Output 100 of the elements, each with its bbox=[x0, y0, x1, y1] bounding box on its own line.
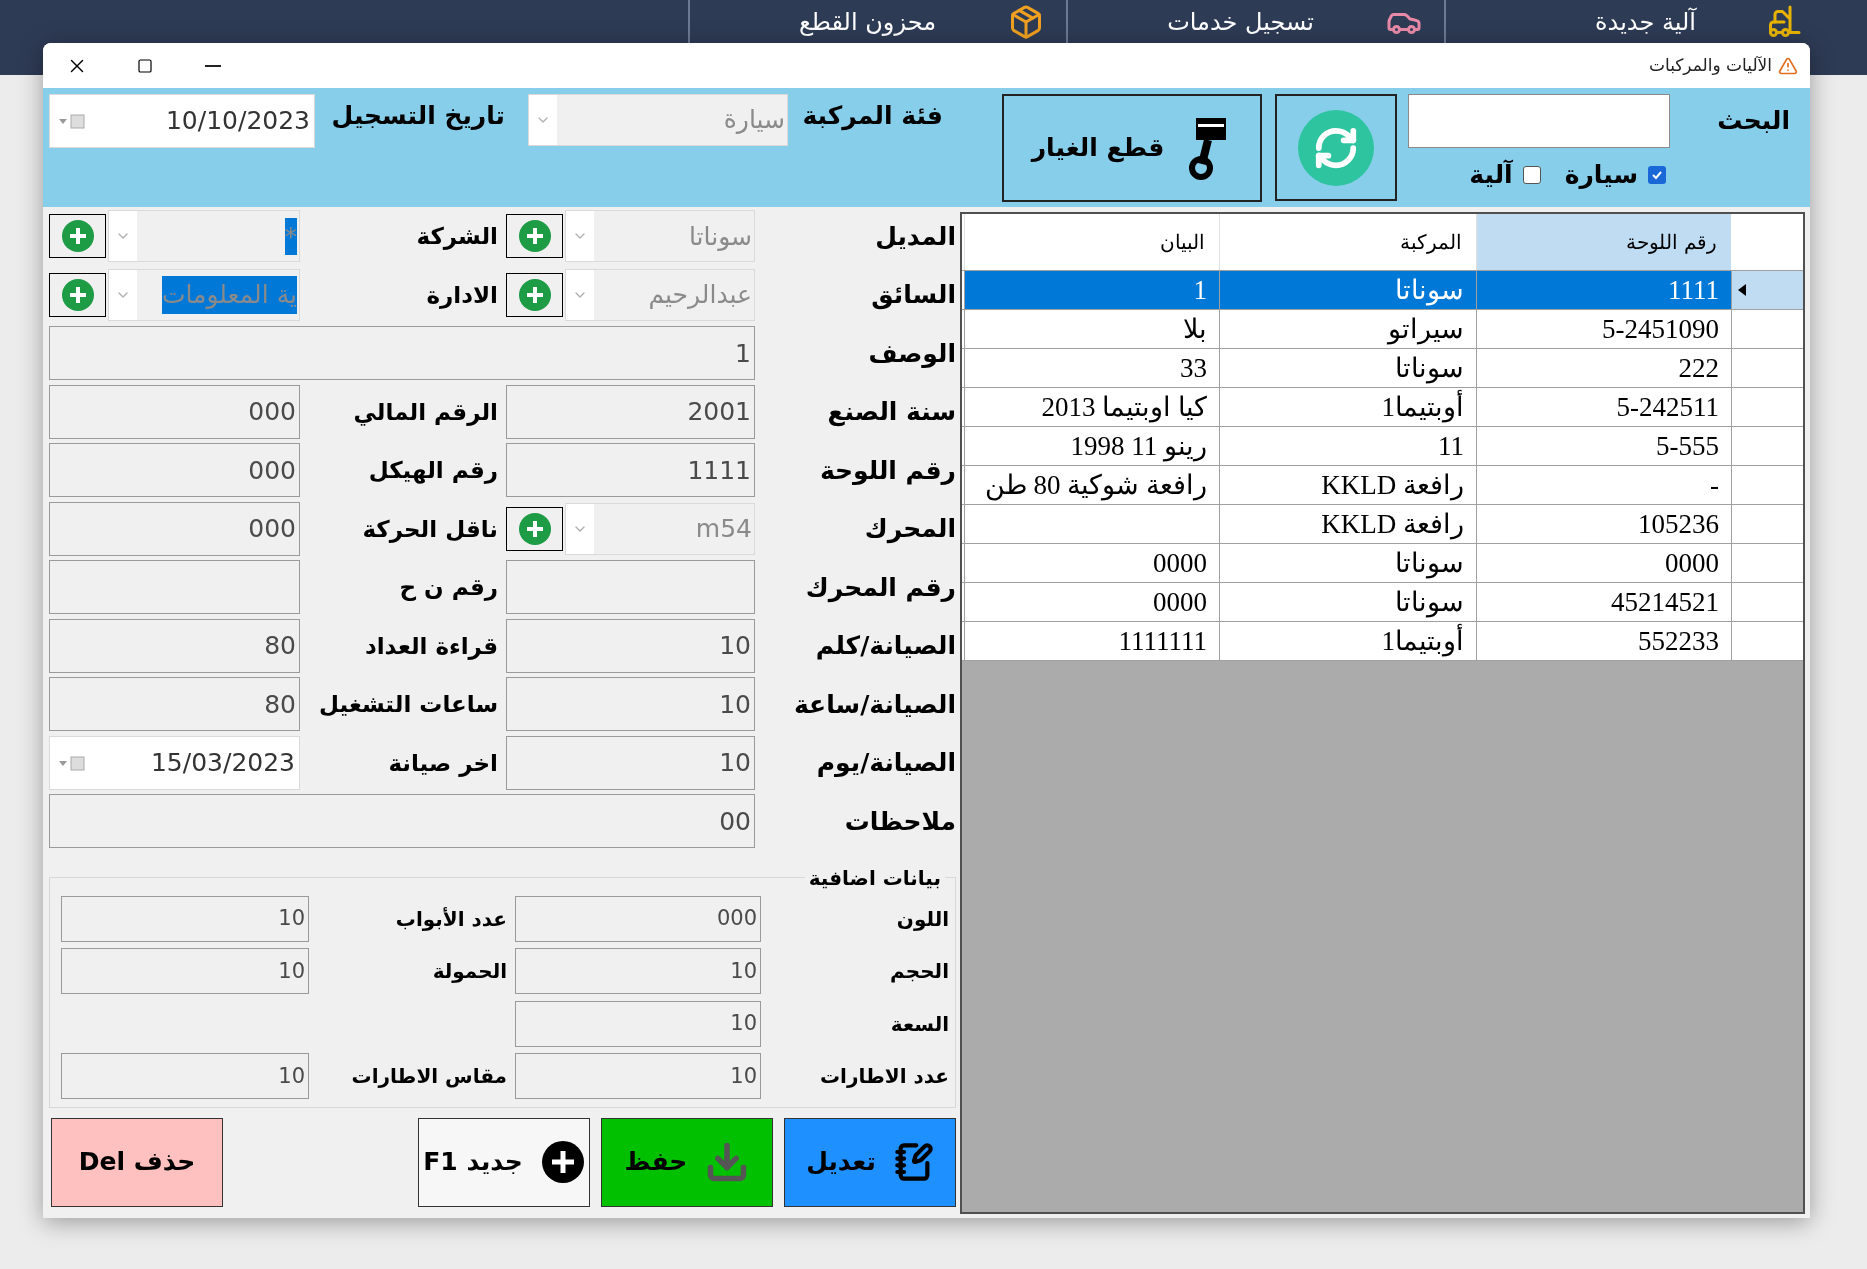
field-label: عدد الاطارات bbox=[820, 1063, 949, 1091]
text-field[interactable]: 00 bbox=[49, 794, 755, 849]
text-field[interactable]: 000 bbox=[49, 501, 300, 556]
table-cell: رينو 11 1998 bbox=[964, 427, 1219, 465]
table-cell: 1111111 bbox=[964, 622, 1219, 660]
text-field[interactable]: 10 bbox=[515, 1000, 761, 1047]
field-label: الصيانة/يوم bbox=[816, 747, 956, 779]
table-cell: 0000 bbox=[964, 544, 1219, 582]
spare-parts-button[interactable]: قطع الغيار bbox=[1002, 94, 1262, 202]
search-field[interactable] bbox=[1408, 94, 1670, 148]
table-cell: 105236 bbox=[1476, 505, 1731, 543]
calendar-dropdown-icon bbox=[58, 113, 86, 129]
checkbox-label: آلية bbox=[1469, 158, 1513, 191]
add-button[interactable] bbox=[506, 506, 563, 551]
text-field[interactable]: 000 bbox=[49, 443, 300, 498]
field-label: سنة الصنع bbox=[827, 396, 956, 429]
table-cell: بلا bbox=[964, 310, 1219, 348]
table-cell: 33 bbox=[964, 349, 1219, 387]
text-field[interactable]: 10 bbox=[61, 948, 309, 995]
field-label: ساعات التشغيل bbox=[319, 690, 498, 719]
table-cell: أوبتيما1 bbox=[1219, 622, 1476, 660]
plus-circle-icon bbox=[540, 1140, 585, 1184]
action-button[interactable]: تعديل bbox=[784, 1117, 956, 1207]
field-label: عدد الأبواب bbox=[395, 905, 507, 933]
action-button[interactable]: جديد F1 bbox=[418, 1117, 590, 1207]
search-label: البحث bbox=[1717, 105, 1790, 138]
refresh-button[interactable] bbox=[1275, 94, 1397, 201]
table-cell: سوناتا bbox=[1219, 583, 1476, 621]
table-cell: 11 bbox=[1219, 427, 1476, 465]
date-field[interactable]: 15/03/2023 bbox=[49, 735, 300, 790]
row-header[interactable] bbox=[1731, 271, 1803, 309]
plus-icon bbox=[60, 219, 95, 254]
table-cell: 0000 bbox=[964, 583, 1219, 621]
text-field[interactable]: 000 bbox=[49, 384, 300, 439]
text-field[interactable] bbox=[49, 560, 300, 615]
text-field[interactable]: 000 bbox=[515, 895, 761, 942]
table-cell: 552233 bbox=[1476, 622, 1731, 660]
date-field[interactable]: 10/10/2023 bbox=[49, 94, 315, 148]
warning-icon bbox=[1778, 55, 1798, 76]
text-field[interactable]: 10 bbox=[506, 735, 755, 790]
text-field[interactable]: 1 bbox=[49, 326, 755, 381]
plus-icon bbox=[60, 277, 95, 312]
text-field[interactable]: 10 bbox=[61, 895, 309, 942]
field-label: رقم اللوحة bbox=[819, 454, 956, 487]
group-title: بيانات اضافية bbox=[807, 864, 942, 892]
table-cell: 5-242511 bbox=[1476, 388, 1731, 426]
field-label: اخر صيانة bbox=[388, 748, 498, 779]
minimize-icon bbox=[205, 64, 221, 67]
text-field[interactable]: 80 bbox=[49, 677, 300, 732]
plus-icon bbox=[517, 219, 552, 254]
table-cell: - bbox=[1476, 466, 1731, 504]
table-cell: رافعة شوكية 80 طن bbox=[964, 466, 1219, 504]
calendar-dropdown-icon bbox=[58, 754, 86, 771]
field-label: الوصف bbox=[868, 337, 956, 370]
text-field[interactable]: 2001 bbox=[506, 384, 755, 439]
field-label: الشركة bbox=[416, 222, 498, 252]
field-label: المحرك bbox=[864, 513, 956, 546]
field-label: قراءة العداد bbox=[364, 631, 498, 662]
checkbox[interactable] bbox=[1522, 165, 1541, 184]
field-label: مقاس الاطارات bbox=[351, 1063, 507, 1091]
text-field[interactable]: 10 bbox=[506, 677, 755, 732]
add-button[interactable] bbox=[49, 214, 106, 259]
table-cell: رافعة KKLD bbox=[1219, 505, 1476, 543]
text-field[interactable] bbox=[506, 560, 755, 615]
action-button[interactable]: حفظ bbox=[601, 1117, 773, 1207]
field-label: ناقل الحركة bbox=[362, 514, 498, 545]
add-button[interactable] bbox=[49, 272, 106, 317]
table-cell: 5-2451090 bbox=[1476, 310, 1731, 348]
add-button[interactable] bbox=[506, 214, 563, 259]
maximize-icon bbox=[137, 57, 153, 74]
text-field[interactable]: 10 bbox=[515, 948, 761, 995]
table-cell: سيراتو bbox=[1219, 310, 1476, 348]
text-field[interactable]: 10 bbox=[515, 1053, 761, 1100]
text-field[interactable]: 1111 bbox=[506, 443, 755, 498]
action-button[interactable]: حذف Del bbox=[51, 1117, 223, 1207]
text-field[interactable]: 80 bbox=[49, 618, 300, 673]
table-cell: رافعة KKLD bbox=[1219, 466, 1476, 504]
table-cell: كيا اوبتيما 2013 bbox=[964, 388, 1219, 426]
field-label: المديل bbox=[875, 220, 956, 253]
table-cell: أوبتيما1 bbox=[1219, 388, 1476, 426]
field-label: الصيانة/ساعة bbox=[793, 688, 956, 721]
table-cell: 5-555 bbox=[1476, 427, 1731, 465]
table-cell: 0000 bbox=[1476, 544, 1731, 582]
notebook-pen-icon bbox=[893, 1142, 934, 1182]
field-label: الادارة bbox=[426, 280, 498, 311]
table-cell: سوناتا bbox=[1219, 544, 1476, 582]
text-field[interactable]: 10 bbox=[506, 618, 755, 673]
column-header[interactable]: رقم اللوحة bbox=[1476, 214, 1731, 270]
field-label: السائق bbox=[871, 279, 956, 312]
field-label: رقم ن ح bbox=[399, 573, 498, 603]
text-field[interactable]: 10 bbox=[61, 1053, 309, 1100]
field-label: رقم المحرك bbox=[805, 571, 956, 605]
field-label: ملاحظات bbox=[844, 805, 956, 838]
table-cell: 45214521 bbox=[1476, 583, 1731, 621]
field-label: السعة bbox=[890, 1010, 949, 1038]
field-label: الحمولة bbox=[432, 958, 507, 986]
checkbox[interactable] bbox=[1648, 165, 1666, 184]
add-button[interactable] bbox=[506, 272, 563, 317]
field-label: الصيانة/كلم bbox=[815, 630, 956, 662]
field-label: رقم الهيكل bbox=[368, 456, 498, 486]
